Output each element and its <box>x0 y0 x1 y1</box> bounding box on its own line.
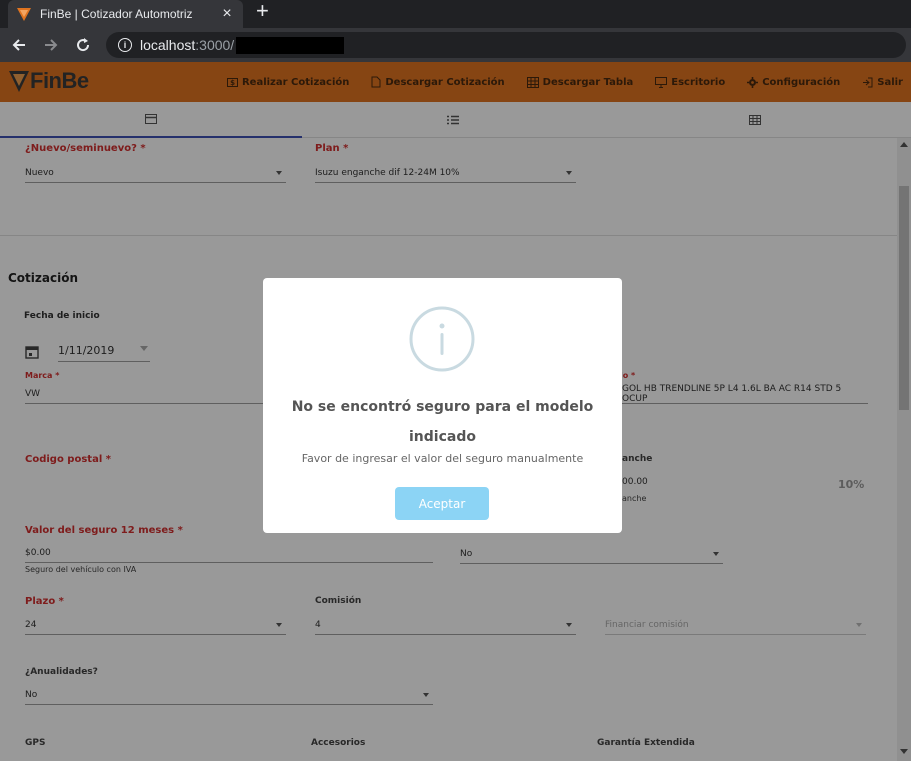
site-info-icon[interactable]: i <box>118 38 132 52</box>
dialog-title: No se encontró seguro para el modelo ind… <box>291 399 594 445</box>
dialog-text: Favor de ingresar el valor del seguro ma… <box>301 452 584 465</box>
redacted-url-block <box>236 36 345 54</box>
close-tab-icon[interactable]: × <box>219 5 235 23</box>
forward-arrow-icon[interactable] <box>40 34 62 56</box>
address-bar[interactable]: i localhost:3000/ <box>106 32 906 58</box>
browser-tab[interactable]: FinBe | Cotizador Automotriz × <box>8 0 243 28</box>
url-host: localhost <box>140 37 196 53</box>
back-arrow-icon[interactable] <box>8 34 30 56</box>
browser-tab-title: FinBe | Cotizador Automotriz <box>40 7 193 21</box>
info-icon <box>409 306 475 372</box>
browser-tabstrip: FinBe | Cotizador Automotriz × + <box>0 0 911 28</box>
browser-toolbar: i localhost:3000/ <box>0 28 911 62</box>
finbe-favicon-icon <box>17 8 31 21</box>
alert-dialog: No se encontró seguro para el modelo ind… <box>263 278 622 533</box>
reload-icon[interactable] <box>72 34 94 56</box>
new-tab-icon[interactable]: + <box>256 0 269 24</box>
url-port-path: :3000/ <box>195 37 235 53</box>
aceptar-button[interactable]: Aceptar <box>395 487 489 520</box>
